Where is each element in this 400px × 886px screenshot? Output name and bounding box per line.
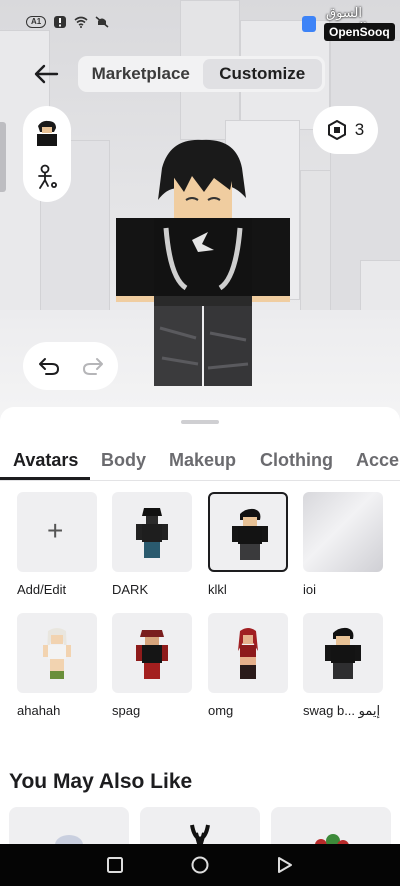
undo-icon[interactable]	[37, 354, 61, 378]
header-segmented-control: Marketplace Customize	[78, 56, 325, 92]
avatar-label: omg	[208, 703, 234, 718]
avatar-figure	[238, 628, 258, 679]
body-settings-icon[interactable]	[35, 164, 59, 190]
tab-avatars[interactable]: Avatars	[13, 450, 78, 471]
robux-icon	[327, 120, 346, 140]
avatar-thumb	[208, 492, 288, 572]
avatar-figure	[136, 630, 168, 679]
wifi-icon	[74, 16, 88, 28]
ai-badge: A1	[26, 16, 47, 28]
watermark-brand: OpenSooq	[324, 23, 395, 41]
avatar-label: ahahah	[17, 703, 61, 718]
plus-icon: +	[47, 515, 64, 546]
recommended-item[interactable]	[271, 807, 391, 844]
avatar-card[interactable]: ioi	[303, 492, 383, 597]
avatar-card[interactable]: spag	[112, 613, 192, 718]
item-thumbnail	[55, 835, 83, 844]
back-arrow-icon	[34, 64, 59, 84]
avatar-thumb: +	[17, 492, 97, 572]
avatar-card-add[interactable]: + Add/Edit	[17, 492, 97, 597]
watermark: السوق المفتوح OpenSooq	[302, 6, 396, 42]
avatar-label: spag	[112, 703, 141, 718]
avatar-3d-model[interactable]	[110, 128, 290, 388]
nav-back-icon[interactable]	[276, 856, 294, 874]
avatar-card[interactable]: omg	[208, 613, 288, 718]
avatar-label: ioi	[303, 582, 317, 597]
avatar-figure	[136, 508, 168, 558]
alert-icon	[54, 16, 67, 28]
tab-accessories[interactable]: Acce	[356, 450, 399, 471]
system-nav-bar	[0, 844, 400, 886]
sheet-drag-handle[interactable]	[181, 420, 219, 424]
recommended-item[interactable]	[9, 807, 129, 844]
avatar-thumb	[303, 492, 383, 572]
left-tool-pill	[23, 106, 71, 202]
avatar-thumb	[303, 613, 383, 693]
nav-home-icon[interactable]	[191, 856, 209, 874]
avatar-thumbnail-icon[interactable]	[34, 120, 60, 148]
avatar-label: Add/Edit	[17, 582, 67, 597]
tab-body[interactable]: Body	[101, 450, 146, 471]
redo-icon[interactable]	[81, 354, 105, 378]
tab-customize[interactable]: Customize	[202, 59, 322, 89]
undo-redo-pill	[23, 342, 118, 390]
avatar-figure	[325, 627, 361, 679]
nav-recents-icon[interactable]	[106, 856, 124, 874]
side-panel-handle[interactable]	[0, 122, 6, 192]
avatar-label: klkl	[208, 582, 227, 597]
customize-sheet: Avatars Body Makeup Clothing Acce + Add/…	[0, 407, 400, 844]
avatar-thumb	[208, 613, 288, 693]
tab-makeup[interactable]: Makeup	[169, 450, 236, 471]
status-bar: A1 السوق المفتوح OpenSooq	[0, 0, 400, 44]
avatar-thumb	[112, 613, 192, 693]
avatar-label: swag b... إيمو	[303, 703, 381, 718]
item-thumbnail	[190, 824, 210, 844]
avatar-card[interactable]: swag b... إيمو	[303, 613, 383, 719]
avatar-thumb	[112, 492, 192, 572]
robux-balance[interactable]: 3	[313, 106, 378, 154]
section-title: You May Also Like	[9, 770, 193, 793]
avatar-card[interactable]: ahahah	[17, 613, 97, 718]
mute-icon	[95, 16, 109, 28]
back-button[interactable]	[30, 60, 62, 88]
item-thumbnail	[315, 834, 349, 844]
avatar-card-selected[interactable]: klkl	[208, 492, 288, 597]
avatar-figure	[232, 508, 268, 560]
avatar-card[interactable]: DARK	[112, 492, 192, 597]
avatar-thumb	[17, 613, 97, 693]
tabs-divider	[0, 480, 400, 481]
robux-count: 3	[354, 120, 365, 139]
tab-marketplace[interactable]: Marketplace	[81, 59, 201, 89]
avatar-label: DARK	[112, 582, 149, 597]
avatar-figure	[43, 628, 71, 679]
tab-clothing[interactable]: Clothing	[260, 450, 333, 471]
recommended-item[interactable]	[140, 807, 260, 844]
watermark-logo	[302, 16, 316, 32]
